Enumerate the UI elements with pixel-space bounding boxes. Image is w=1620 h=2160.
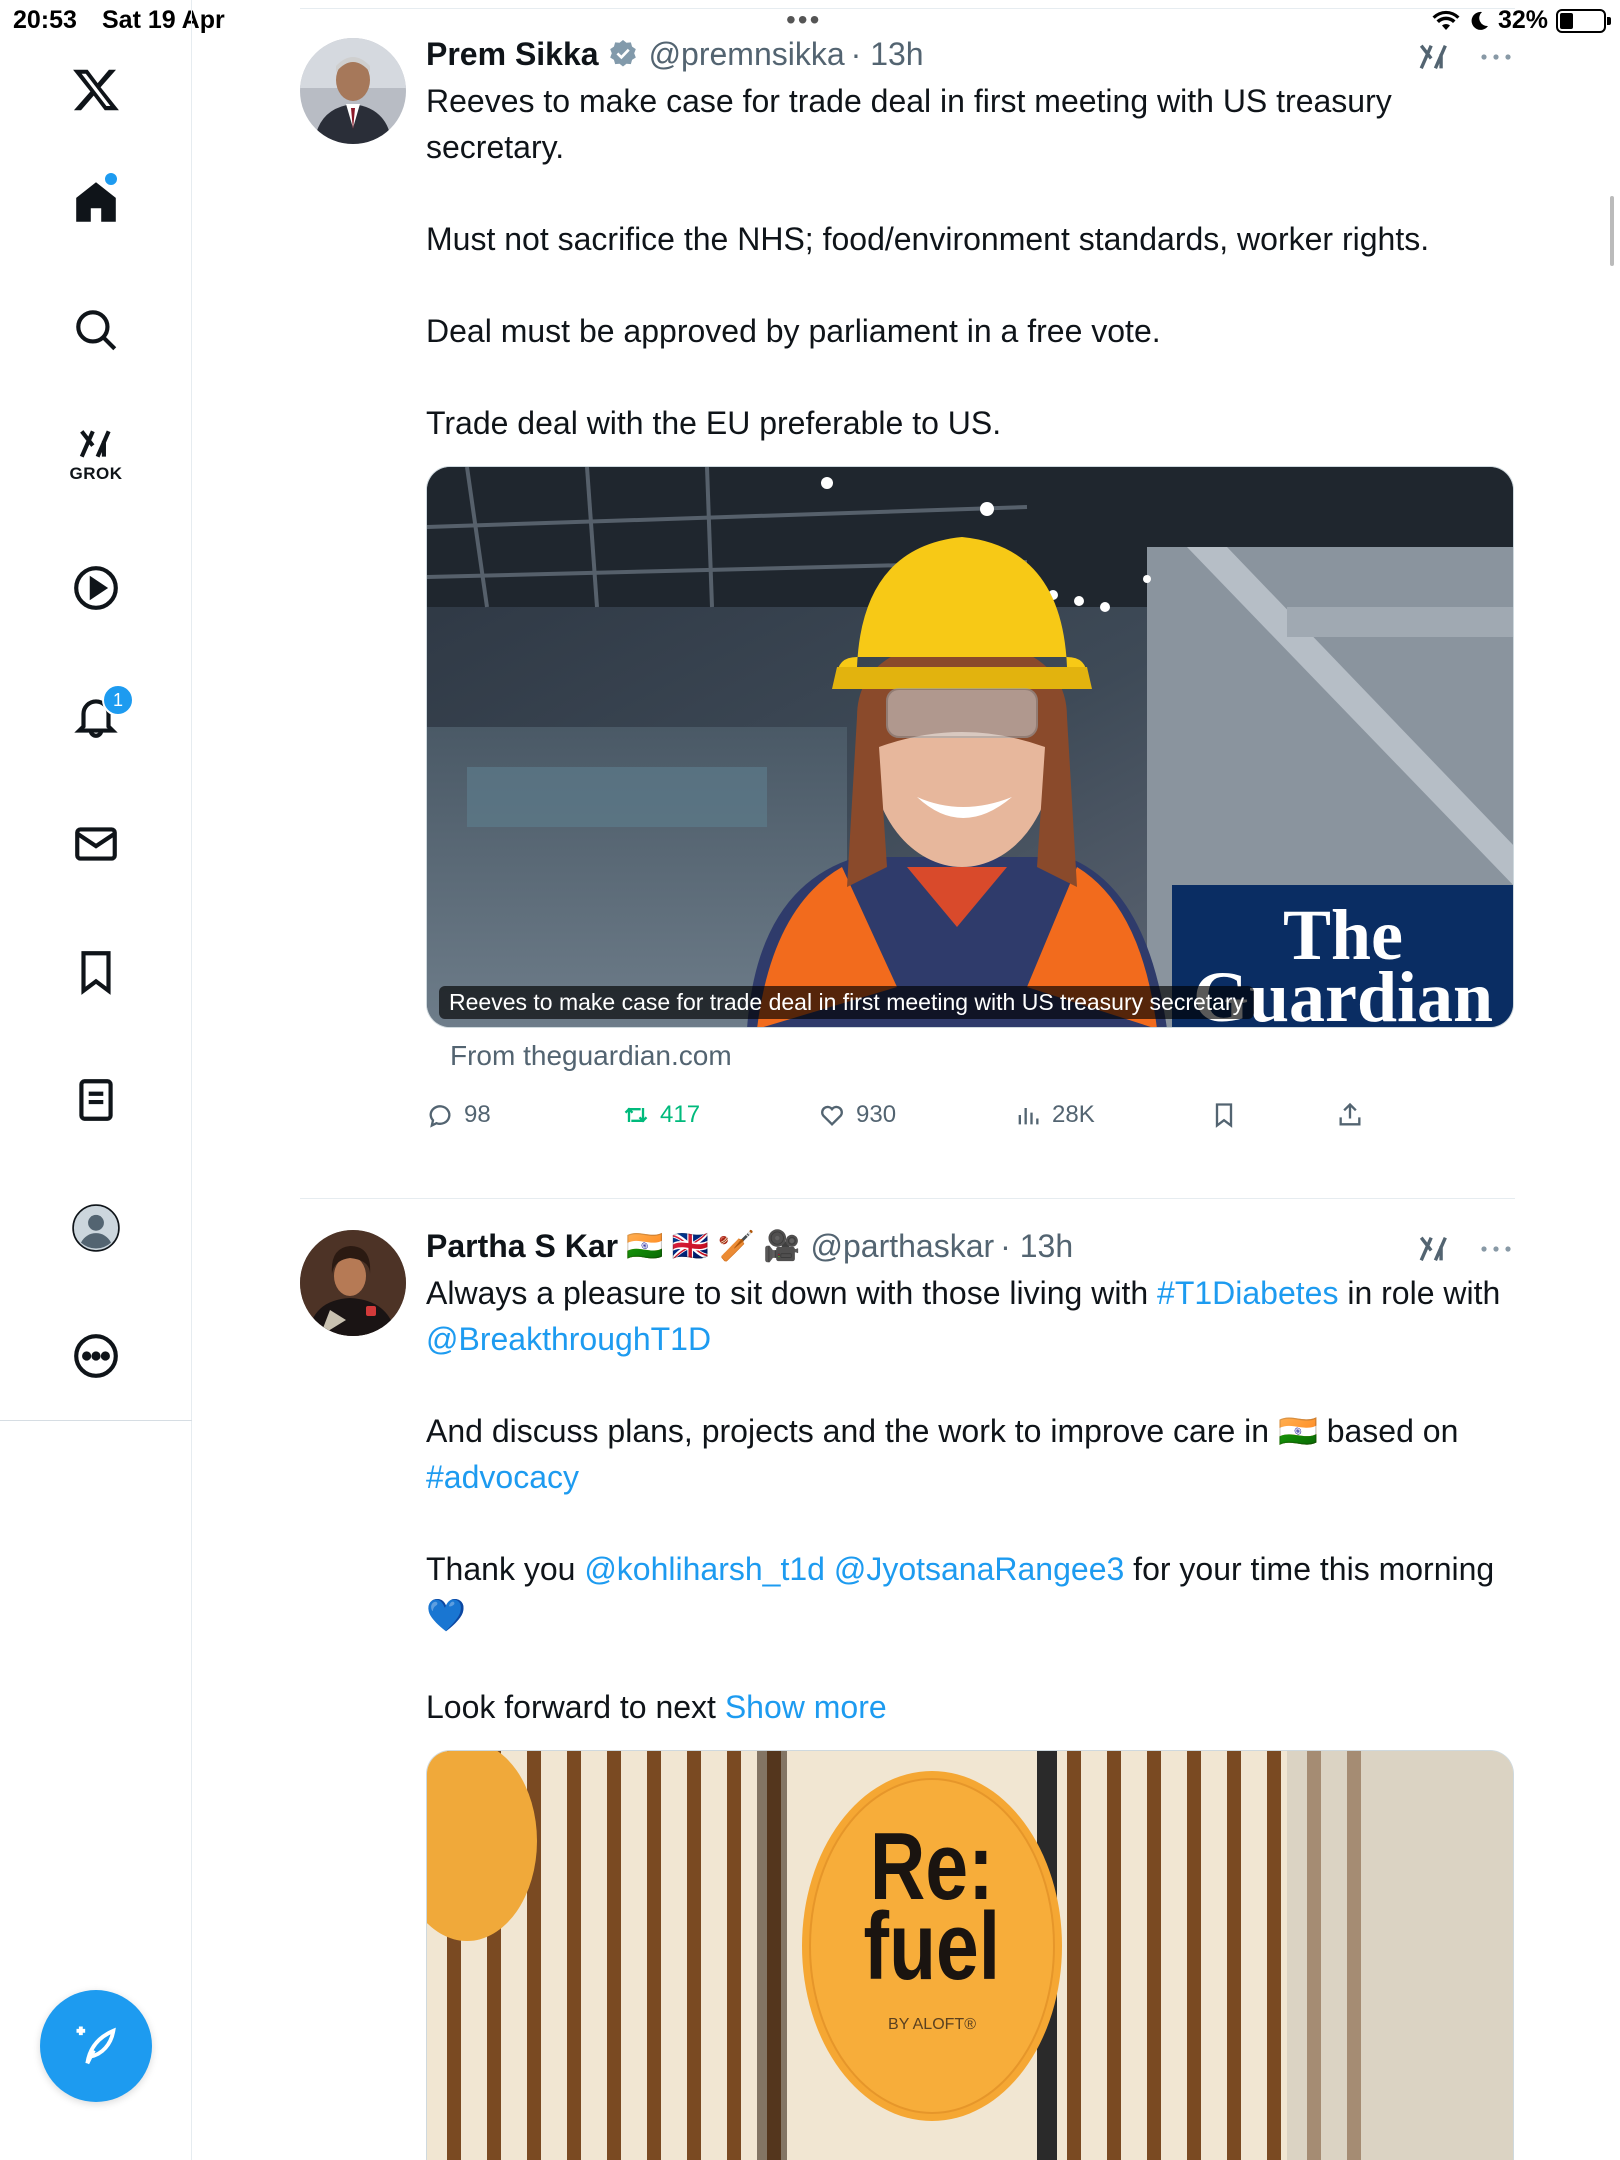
text-run: based on	[1317, 1413, 1459, 1449]
refuel-sign-sub: BY ALOFT®	[888, 2016, 976, 2033]
compose-post-button[interactable]	[40, 1990, 152, 2102]
author-avatar[interactable]	[300, 1230, 406, 1336]
author-avatar[interactable]	[300, 38, 406, 144]
mention-link[interactable]: @BreakthroughT1D	[426, 1321, 711, 1357]
author-name[interactable]: Prem Sikka	[426, 36, 599, 73]
bookmarks-icon[interactable]	[56, 932, 136, 1012]
author-handle[interactable]: @premnsikka	[649, 36, 845, 73]
link-card-image[interactable]: The Guardian Reeves to make case for tra…	[426, 466, 1514, 1028]
text-run: Thank you	[426, 1551, 585, 1587]
text-run: for your time this morning	[1124, 1551, 1495, 1587]
post-paragraph: Thank you @kohliharsh_t1d @JyotsanaRange…	[426, 1546, 1514, 1638]
post-more-options-icon[interactable]	[1478, 1244, 1514, 1254]
reply-button[interactable]: 98	[426, 1101, 622, 1129]
grok-icon[interactable]: GROK	[56, 414, 136, 494]
more-options-icon[interactable]	[56, 1316, 136, 1396]
text-run: And discuss plans, projects and the work…	[426, 1413, 1278, 1449]
hashtag-link[interactable]: #T1Diabetes	[1157, 1275, 1338, 1311]
verified-badge-icon	[609, 40, 636, 67]
like-button[interactable]: 930	[818, 1101, 1014, 1129]
post-time[interactable]: · 13h	[1000, 1228, 1073, 1265]
text-run: Look forward to next	[426, 1689, 725, 1725]
x-logo-icon[interactable]	[56, 50, 136, 130]
post-paragraph: Must not sacrifice the NHS; food/environ…	[426, 221, 1430, 257]
video-play-icon[interactable]	[56, 548, 136, 628]
grok-explain-icon[interactable]	[1416, 1232, 1452, 1266]
grok-label: GROK	[69, 463, 123, 483]
mention-link[interactable]: @kohliharsh_t1d	[584, 1551, 825, 1587]
share-button[interactable]	[1336, 1101, 1396, 1129]
post-image[interactable]: Re: fuel BY ALOFT®	[426, 1750, 1514, 2160]
home-unread-dot	[104, 172, 118, 186]
repost-button[interactable]: 417	[622, 1101, 818, 1129]
post-paragraph: Look forward to next Show more	[426, 1684, 1514, 1730]
author-name[interactable]: Partha S Kar	[426, 1228, 618, 1265]
reply-count: 98	[464, 1101, 491, 1128]
article-photo: The Guardian	[427, 467, 1513, 1027]
sidebar-divider	[0, 1420, 192, 1421]
view-count: 28K	[1052, 1101, 1095, 1128]
post-text: Reeves to make case for trade deal in fi…	[426, 78, 1514, 446]
analytics-bars-icon	[1018, 1108, 1039, 1125]
bookmark-button[interactable]	[1210, 1101, 1336, 1129]
profile-avatar-icon[interactable]	[56, 1188, 136, 1268]
scrollbar[interactable]	[1610, 196, 1614, 266]
post-text: Always a pleasure to sit down with those…	[426, 1270, 1514, 1730]
post-paragraph: Reeves to make case for trade deal in fi…	[426, 83, 1392, 165]
post-photo: Re: fuel BY ALOFT®	[427, 1751, 1513, 2160]
home-icon[interactable]	[56, 162, 136, 242]
post-paragraph: Always a pleasure to sit down with those…	[426, 1270, 1514, 1362]
post-paragraph: Trade deal with the EU preferable to US.	[426, 405, 1002, 441]
author-handle[interactable]: @parthaskar	[811, 1228, 995, 1265]
text-run: Always a pleasure to sit down with those…	[426, 1275, 1158, 1311]
post-time[interactable]: · 13h	[851, 36, 924, 73]
show-more-link[interactable]: Show more	[725, 1689, 887, 1725]
text-run: in role with	[1338, 1275, 1501, 1311]
sidebar-nav: GROK 1	[0, 0, 192, 2160]
post-more-options-icon[interactable]	[1478, 52, 1514, 62]
heart-icon	[821, 1105, 843, 1126]
mention-link[interactable]: @JyotsanaRangee3	[834, 1551, 1124, 1587]
messages-envelope-icon[interactable]	[56, 804, 136, 884]
feed-top-divider	[300, 8, 1515, 9]
share-upload-icon	[1339, 1102, 1361, 1126]
battery-icon	[1556, 8, 1611, 33]
post-paragraph: Deal must be approved by parliament in a…	[426, 313, 1161, 349]
post-divider	[300, 1198, 1515, 1199]
lists-icon[interactable]	[56, 1060, 136, 1140]
post-actions-bar: 98 417 930 28K	[426, 1090, 1514, 1140]
hashtag-link[interactable]: #advocacy	[426, 1459, 579, 1495]
notifications-bell-icon[interactable]: 1	[56, 676, 136, 756]
link-card-source[interactable]: From theguardian.com	[450, 1040, 1514, 1072]
views-button[interactable]: 28K	[1014, 1101, 1210, 1129]
post-paragraph: And discuss plans, projects and the work…	[426, 1408, 1514, 1500]
repost-icon	[624, 1107, 648, 1123]
notifications-badge: 1	[102, 684, 134, 716]
grok-explain-icon[interactable]	[1416, 40, 1452, 74]
blue-heart-emoji: 💙	[426, 1597, 466, 1633]
author-name-emoji: 🇮🇳 🇬🇧 🏏 🎥	[626, 1229, 801, 1263]
refuel-sign-line2: fuel	[864, 1893, 1001, 2000]
flag-emoji: 🇮🇳	[1277, 1413, 1318, 1449]
reply-icon	[429, 1105, 451, 1128]
search-icon[interactable]	[56, 290, 136, 370]
bookmark-icon	[1215, 1103, 1233, 1128]
like-count: 930	[856, 1101, 897, 1128]
timeline-feed: Prem Sikka @premnsikka · 13h Reeves to m…	[300, 0, 1515, 2160]
repost-count: 417	[660, 1101, 701, 1128]
link-card-title: Reeves to make case for trade deal in fi…	[439, 986, 1255, 1019]
